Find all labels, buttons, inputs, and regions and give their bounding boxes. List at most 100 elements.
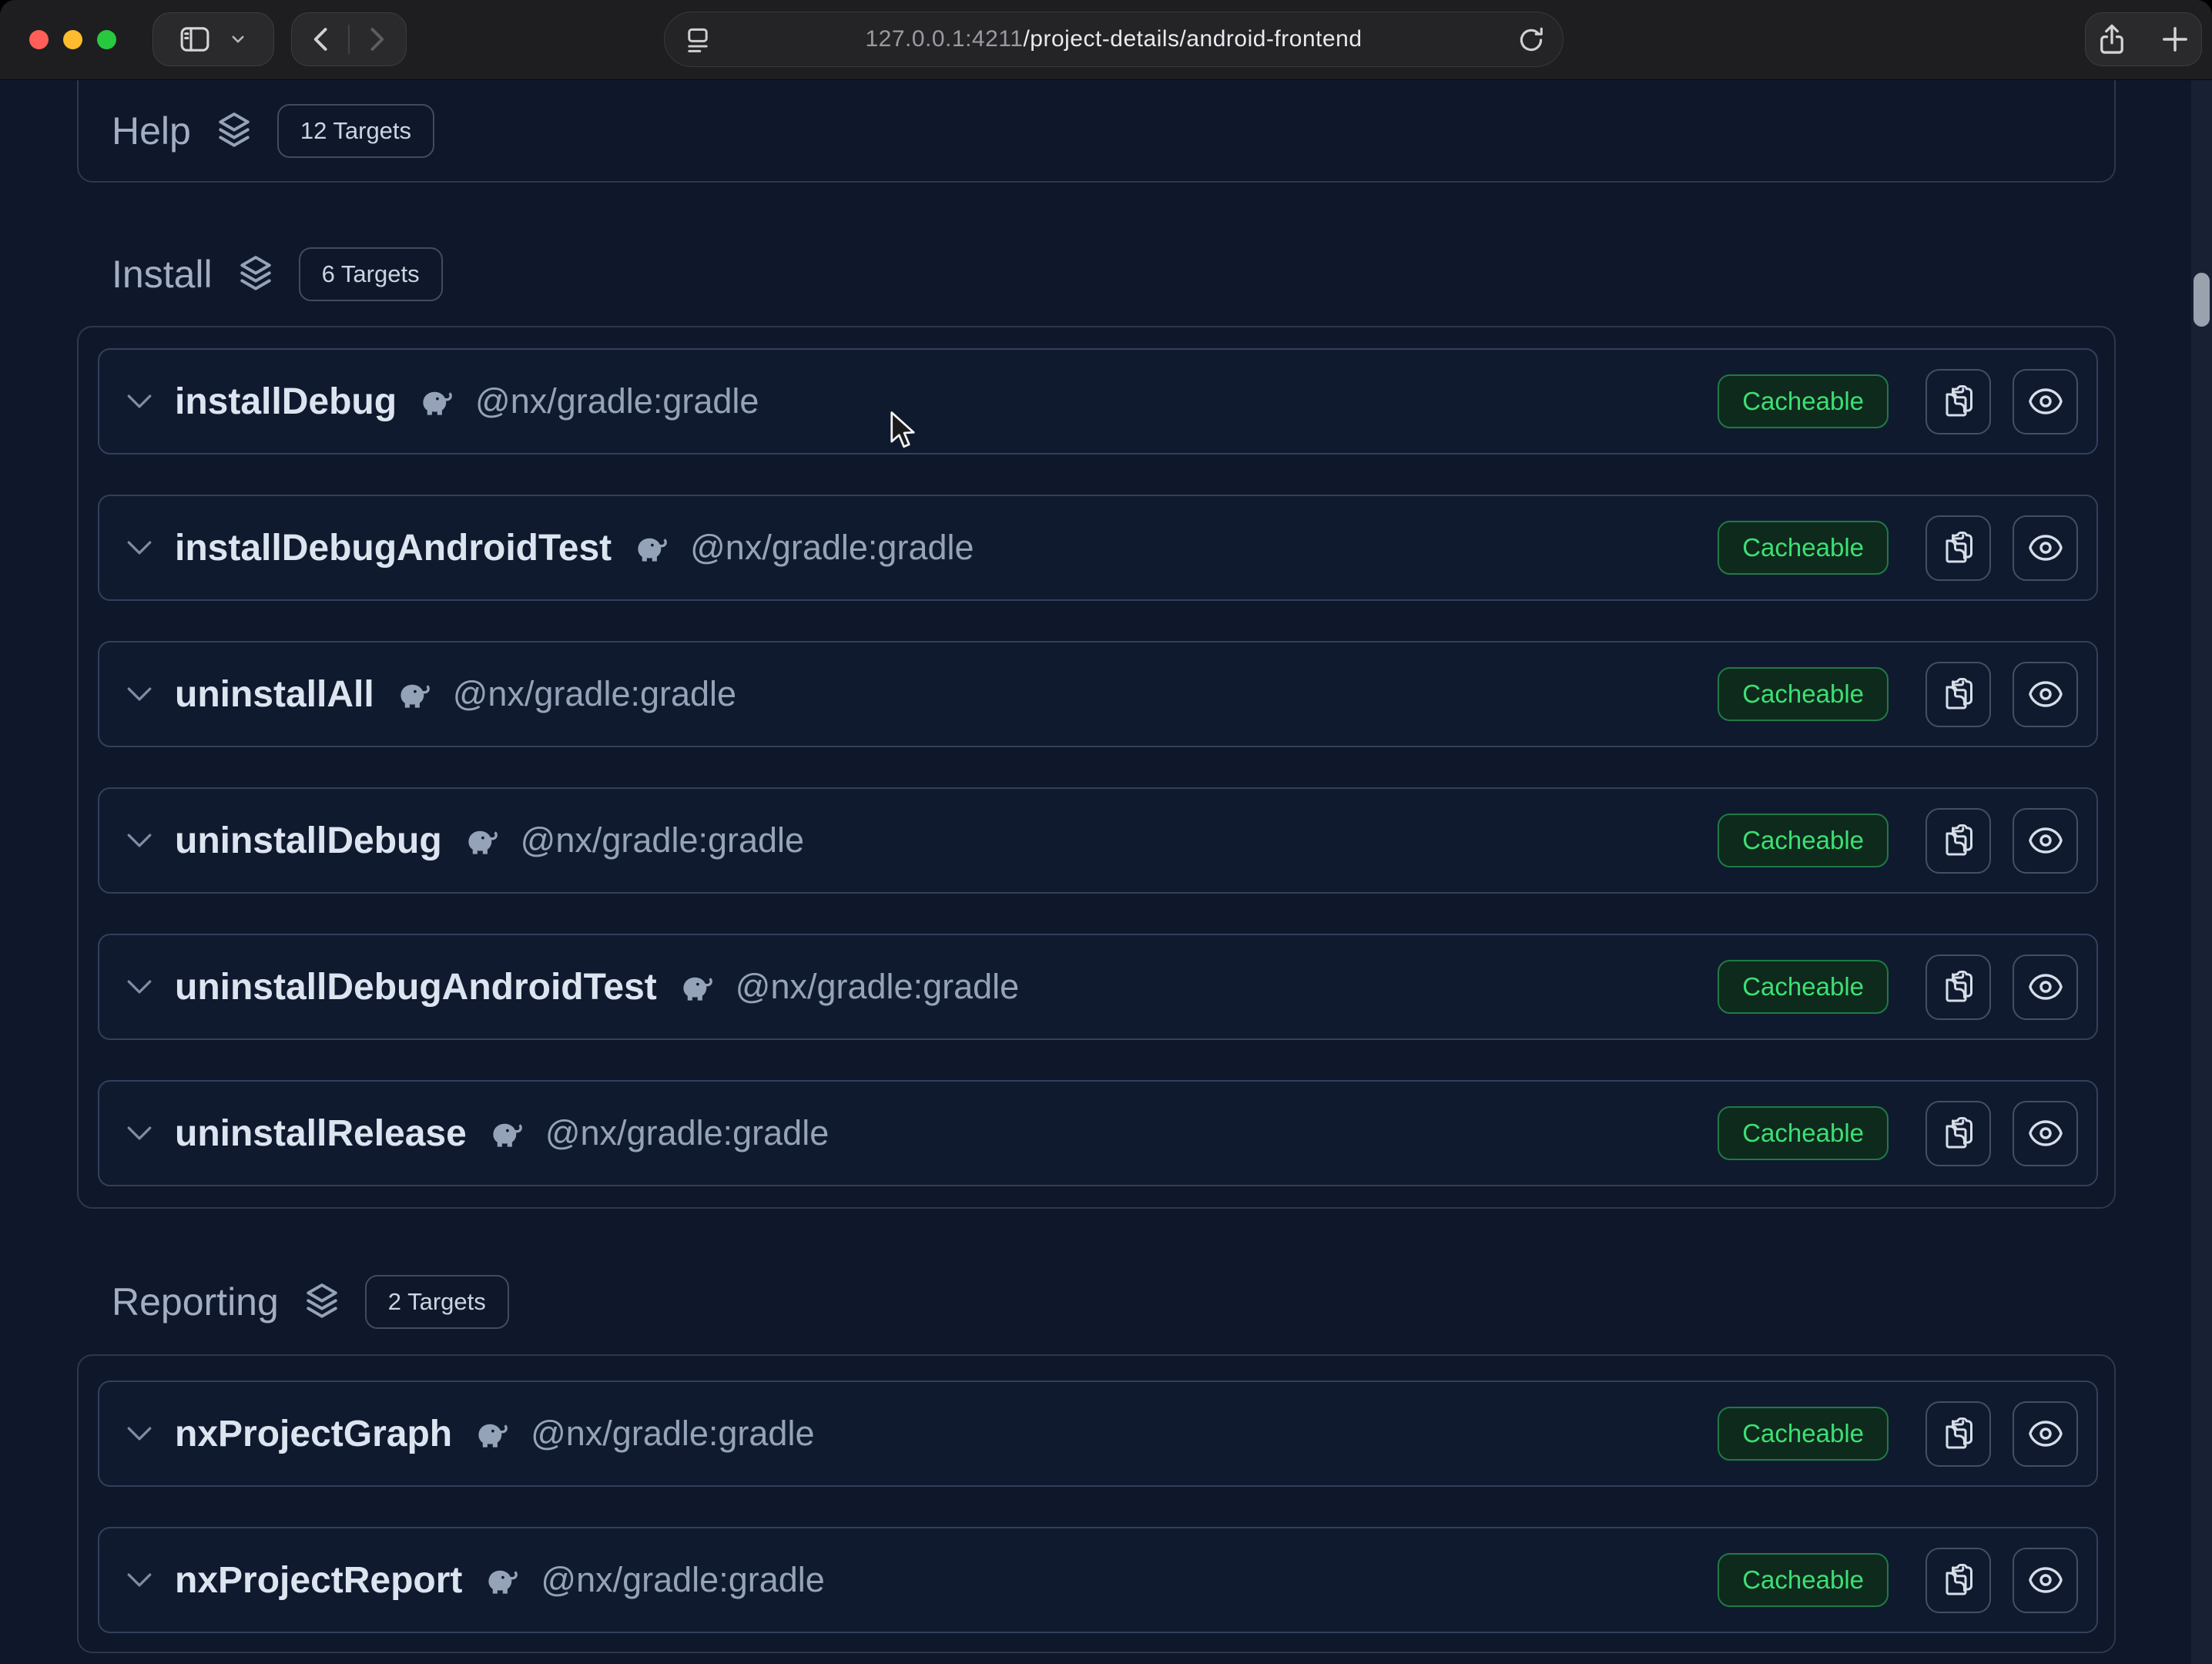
install-section-box: installDebug @nx/gradle:gradle Cacheable… bbox=[77, 326, 2116, 1209]
section-title: Install bbox=[112, 252, 213, 297]
copy-button[interactable] bbox=[1925, 1548, 1991, 1613]
url-path: /project-details/android-frontend bbox=[1023, 26, 1362, 52]
help-section-heading: Help 12 Targets bbox=[112, 102, 434, 160]
targets-count-badge: 2 Targets bbox=[365, 1275, 509, 1329]
nav-divider bbox=[348, 25, 350, 54]
view-button[interactable] bbox=[2013, 515, 2078, 581]
eye-icon bbox=[2027, 529, 2064, 566]
copy-icon bbox=[1940, 1415, 1977, 1452]
target-row[interactable]: uninstallDebug @nx/gradle:gradle Cacheab… bbox=[98, 787, 2098, 894]
chevron-down-icon[interactable] bbox=[122, 824, 156, 857]
chevron-down-icon[interactable] bbox=[122, 384, 156, 418]
eye-icon bbox=[2027, 968, 2064, 1005]
url-text[interactable]: 127.0.0.1:4211/project-details/android-f… bbox=[665, 12, 1563, 66]
eye-icon bbox=[2027, 676, 2064, 713]
target-row[interactable]: uninstallRelease @nx/gradle:gradle Cache… bbox=[98, 1080, 2098, 1186]
copy-icon bbox=[1940, 676, 1977, 713]
targets-count-badge: 6 Targets bbox=[299, 247, 443, 301]
gradle-elephant-icon bbox=[482, 1565, 522, 1595]
target-executor: @nx/gradle:gradle bbox=[475, 381, 759, 421]
stack-icon bbox=[213, 109, 256, 153]
gradle-elephant-icon bbox=[677, 971, 717, 1002]
minimize-window-button[interactable] bbox=[63, 30, 82, 49]
copy-icon bbox=[1940, 383, 1977, 420]
cacheable-badge: Cacheable bbox=[1718, 521, 1889, 575]
cacheable-badge: Cacheable bbox=[1718, 1106, 1889, 1160]
reporting-section-heading: Reporting 2 Targets bbox=[112, 1273, 509, 1331]
target-row[interactable]: uninstallDebugAndroidTest @nx/gradle:gra… bbox=[98, 934, 2098, 1040]
eye-icon bbox=[2027, 1115, 2064, 1152]
target-name: installDebug bbox=[175, 381, 397, 423]
gradle-elephant-icon bbox=[394, 679, 434, 710]
chevron-down-icon[interactable] bbox=[122, 1563, 156, 1597]
install-section-heading: Install 6 Targets bbox=[112, 245, 443, 304]
gradle-elephant-icon bbox=[487, 1118, 527, 1149]
chevron-down-icon[interactable] bbox=[122, 970, 156, 1004]
gradle-elephant-icon bbox=[462, 825, 502, 856]
target-name: installDebugAndroidTest bbox=[175, 527, 612, 569]
chevron-down-icon[interactable] bbox=[226, 28, 250, 51]
copy-button[interactable] bbox=[1925, 954, 1991, 1020]
reporting-section-box: nxProjectGraph @nx/gradle:gradle Cacheab… bbox=[77, 1354, 2116, 1653]
gradle-elephant-icon bbox=[632, 532, 672, 563]
chevron-down-icon[interactable] bbox=[122, 531, 156, 565]
target-executor: @nx/gradle:gradle bbox=[690, 528, 974, 568]
target-row[interactable]: installDebug @nx/gradle:gradle Cacheable bbox=[98, 348, 2098, 455]
section-title: Reporting bbox=[112, 1280, 279, 1324]
view-button[interactable] bbox=[2013, 808, 2078, 874]
cacheable-badge: Cacheable bbox=[1718, 960, 1889, 1014]
url-host: 127.0.0.1:4211 bbox=[865, 26, 1023, 52]
view-button[interactable] bbox=[2013, 369, 2078, 434]
copy-icon bbox=[1940, 822, 1977, 859]
gradle-elephant-icon bbox=[417, 386, 457, 417]
target-executor: @nx/gradle:gradle bbox=[545, 1113, 829, 1153]
copy-icon bbox=[1940, 1115, 1977, 1152]
cacheable-badge: Cacheable bbox=[1718, 374, 1889, 428]
cacheable-badge: Cacheable bbox=[1718, 1407, 1889, 1461]
view-button[interactable] bbox=[2013, 1548, 2078, 1613]
target-executor: @nx/gradle:gradle bbox=[453, 674, 736, 714]
forward-icon[interactable] bbox=[359, 22, 393, 56]
copy-button[interactable] bbox=[1925, 662, 1991, 727]
zoom-window-button[interactable] bbox=[97, 30, 116, 49]
chevron-down-icon[interactable] bbox=[122, 1417, 156, 1451]
cacheable-badge: Cacheable bbox=[1718, 667, 1889, 721]
close-window-button[interactable] bbox=[29, 30, 49, 49]
target-name: uninstallDebugAndroidTest bbox=[175, 966, 657, 1008]
view-button[interactable] bbox=[2013, 1101, 2078, 1166]
sidebar-toggle-group[interactable] bbox=[152, 12, 274, 66]
view-button[interactable] bbox=[2013, 954, 2078, 1020]
copy-button[interactable] bbox=[1925, 515, 1991, 581]
address-bar[interactable]: 127.0.0.1:4211/project-details/android-f… bbox=[664, 12, 1563, 67]
scrollbar-track[interactable] bbox=[2191, 80, 2212, 1664]
sidebar-icon[interactable] bbox=[177, 22, 213, 57]
reload-icon[interactable] bbox=[1515, 24, 1547, 56]
view-button[interactable] bbox=[2013, 662, 2078, 727]
copy-icon bbox=[1940, 529, 1977, 566]
toolbar-actions-group bbox=[2085, 12, 2202, 66]
eye-icon bbox=[2027, 822, 2064, 859]
copy-button[interactable] bbox=[1925, 808, 1991, 874]
copy-button[interactable] bbox=[1925, 1101, 1991, 1166]
stack-icon bbox=[234, 253, 277, 296]
copy-button[interactable] bbox=[1925, 369, 1991, 434]
chevron-down-icon[interactable] bbox=[122, 1116, 156, 1150]
back-icon[interactable] bbox=[305, 22, 339, 56]
target-row[interactable]: uninstallAll @nx/gradle:gradle Cacheable bbox=[98, 641, 2098, 747]
share-icon[interactable] bbox=[2094, 22, 2130, 57]
target-row[interactable]: nxProjectGraph @nx/gradle:gradle Cacheab… bbox=[98, 1381, 2098, 1487]
scrollbar-thumb[interactable] bbox=[2194, 273, 2210, 327]
target-row[interactable]: nxProjectReport @nx/gradle:gradle Cachea… bbox=[98, 1527, 2098, 1633]
project-details-page: Help 12 Targets Install 6 Targets instal… bbox=[0, 80, 2212, 1664]
copy-icon bbox=[1940, 1562, 1977, 1599]
copy-button[interactable] bbox=[1925, 1401, 1991, 1467]
target-row[interactable]: installDebugAndroidTest @nx/gradle:gradl… bbox=[98, 495, 2098, 601]
browser-window: 127.0.0.1:4211/project-details/android-f… bbox=[0, 0, 2212, 1664]
view-button[interactable] bbox=[2013, 1401, 2078, 1467]
new-tab-icon[interactable] bbox=[2157, 22, 2193, 57]
target-executor: @nx/gradle:gradle bbox=[521, 820, 804, 861]
target-name: uninstallAll bbox=[175, 673, 374, 716]
chevron-down-icon[interactable] bbox=[122, 677, 156, 711]
navigation-group bbox=[291, 12, 407, 66]
target-executor: @nx/gradle:gradle bbox=[531, 1414, 814, 1454]
